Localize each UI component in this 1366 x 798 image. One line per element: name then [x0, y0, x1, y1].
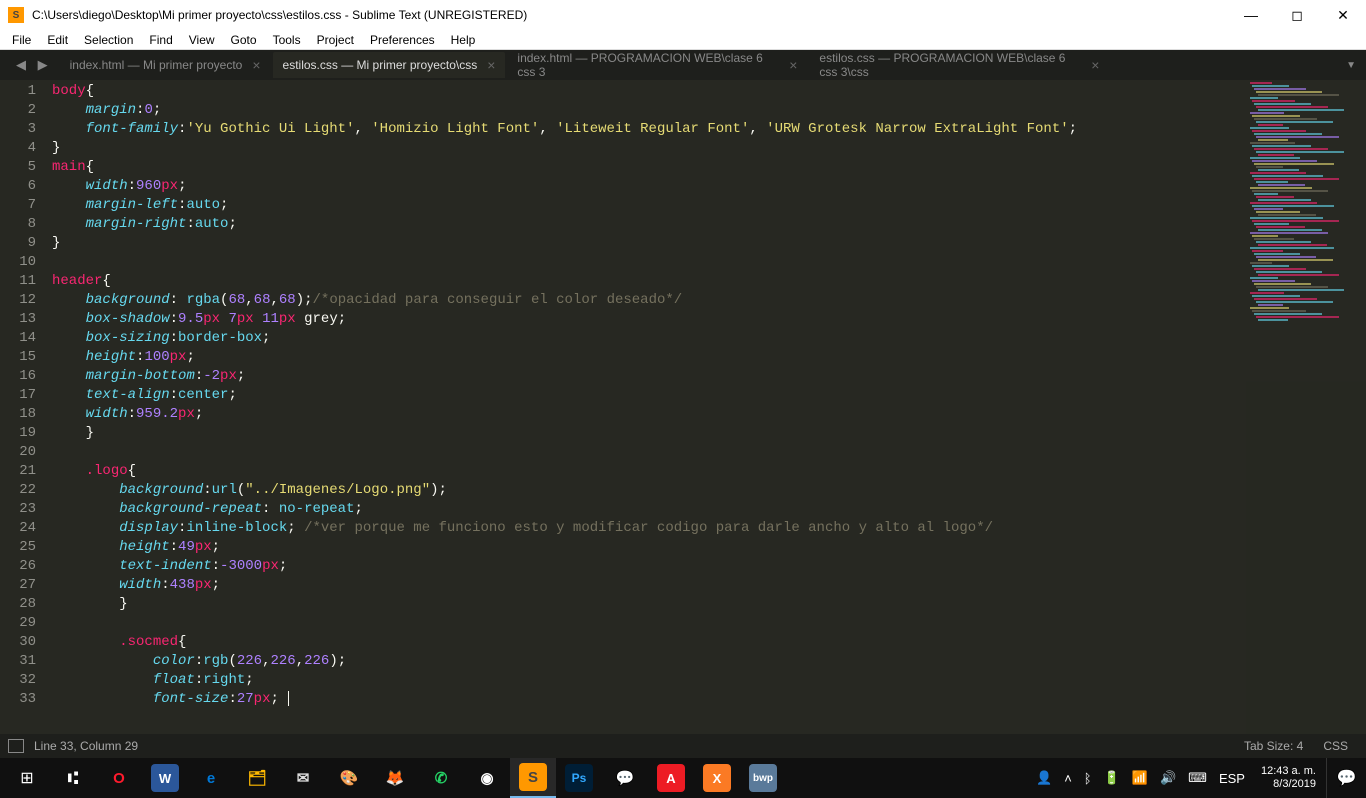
- tab-bar: ◀ ▶ index.html — Mi primer proyecto×esti…: [0, 50, 1366, 80]
- editor-tab[interactable]: estilos.css — Mi primer proyecto\css ×: [273, 52, 506, 78]
- taskbar-app-other[interactable]: bwp: [740, 758, 786, 798]
- taskbar-app-messenger[interactable]: 💬: [602, 758, 648, 798]
- tray-time: 12:43 a. m.: [1261, 765, 1316, 778]
- menu-view[interactable]: View: [181, 31, 223, 49]
- window-controls: — ◻ ✕: [1228, 0, 1366, 30]
- menu-tools[interactable]: Tools: [265, 31, 309, 49]
- app-icon: S: [8, 7, 24, 23]
- code-editor[interactable]: body{ margin:0; font-family:'Yu Gothic U…: [52, 80, 1366, 734]
- menu-preferences[interactable]: Preferences: [362, 31, 443, 49]
- window-titlebar: S C:\Users\diego\Desktop\Mi primer proye…: [0, 0, 1366, 30]
- taskbar-app-paint[interactable]: 🎨: [326, 758, 372, 798]
- editor-tab[interactable]: index.html — PROGRAMACION WEB\clase 6 cs…: [507, 52, 807, 78]
- tray-wifi-icon[interactable]: 📶: [1126, 770, 1154, 786]
- editor-area: 1234567891011121314151617181920212223242…: [0, 80, 1366, 734]
- task-view-button[interactable]: ⑆: [50, 758, 96, 798]
- tab-label: index.html — PROGRAMACION WEB\clase 6 cs…: [517, 51, 779, 79]
- menu-help[interactable]: Help: [443, 31, 484, 49]
- tab-nav-arrows[interactable]: ◀ ▶: [8, 57, 60, 73]
- status-tab-size[interactable]: Tab Size: 4: [1244, 739, 1303, 753]
- tray-bluetooth-icon[interactable]: ᛒ: [1078, 771, 1098, 786]
- tray-chevron-up-icon[interactable]: ˄: [1058, 771, 1078, 786]
- tab-close-icon[interactable]: ×: [1091, 57, 1099, 73]
- action-center-button[interactable]: 💬: [1326, 758, 1366, 798]
- menu-project[interactable]: Project: [309, 31, 362, 49]
- tab-close-icon[interactable]: ×: [252, 57, 260, 73]
- windows-taskbar: ⊞ ⑆ O W e 🗂 ✉ 🎨 🦊 ✆ ◉ S Ps 💬 A X bwp 👤 ˄…: [0, 758, 1366, 798]
- tray-volume-icon[interactable]: 🔊: [1154, 770, 1182, 786]
- tab-label: estilos.css — Mi primer proyecto\css: [283, 58, 478, 72]
- tab-close-icon[interactable]: ×: [487, 57, 495, 73]
- status-syntax[interactable]: CSS: [1323, 739, 1348, 753]
- editor-tab[interactable]: estilos.css — PROGRAMACION WEB\clase 6 c…: [809, 52, 1109, 78]
- taskbar-app-opera[interactable]: O: [96, 758, 142, 798]
- window-title: C:\Users\diego\Desktop\Mi primer proyect…: [32, 8, 1228, 22]
- tray-date: 8/3/2019: [1261, 778, 1316, 791]
- system-tray: 👤 ˄ ᛒ 🔋 📶 🔊 ⌨ ESP 12:43 a. m. 8/3/2019 💬: [1030, 758, 1366, 798]
- console-toggle-icon[interactable]: [8, 739, 24, 753]
- status-cursor-position[interactable]: Line 33, Column 29: [34, 739, 1244, 753]
- menu-selection[interactable]: Selection: [76, 31, 141, 49]
- status-bar: Line 33, Column 29 Tab Size: 4 CSS: [0, 734, 1366, 758]
- menu-goto[interactable]: Goto: [223, 31, 265, 49]
- taskbar-app-xampp[interactable]: X: [694, 758, 740, 798]
- taskbar-app-firefox[interactable]: 🦊: [372, 758, 418, 798]
- minimap[interactable]: [1246, 80, 1366, 734]
- menu-file[interactable]: File: [4, 31, 39, 49]
- taskbar-app-edge[interactable]: e: [188, 758, 234, 798]
- taskbar-app-sublime[interactable]: S: [510, 758, 556, 798]
- editor-tab[interactable]: index.html — Mi primer proyecto ×: [60, 52, 271, 78]
- minimize-button[interactable]: —: [1228, 0, 1274, 30]
- tab-label: index.html — Mi primer proyecto: [70, 58, 243, 72]
- line-number-gutter: 1234567891011121314151617181920212223242…: [0, 80, 52, 734]
- tab-overflow-icon[interactable]: ▼: [1346, 60, 1356, 71]
- taskbar-app-whatsapp[interactable]: ✆: [418, 758, 464, 798]
- tray-keyboard-icon[interactable]: ⌨: [1182, 770, 1213, 786]
- tray-people-icon[interactable]: 👤: [1030, 770, 1058, 786]
- tray-language[interactable]: ESP: [1213, 771, 1251, 786]
- maximize-button[interactable]: ◻: [1274, 0, 1320, 30]
- taskbar-app-explorer[interactable]: 🗂: [234, 758, 280, 798]
- menu-find[interactable]: Find: [141, 31, 180, 49]
- menu-bar: FileEditSelectionFindViewGotoToolsProjec…: [0, 30, 1366, 50]
- taskbar-app-chrome[interactable]: ◉: [464, 758, 510, 798]
- tab-label: estilos.css — PROGRAMACION WEB\clase 6 c…: [819, 51, 1081, 79]
- taskbar-app-word[interactable]: W: [142, 758, 188, 798]
- taskbar-app-photoshop[interactable]: Ps: [556, 758, 602, 798]
- tray-clock[interactable]: 12:43 a. m. 8/3/2019: [1251, 765, 1326, 791]
- menu-edit[interactable]: Edit: [39, 31, 76, 49]
- tray-battery-icon[interactable]: 🔋: [1098, 770, 1126, 786]
- taskbar-app-mail[interactable]: ✉: [280, 758, 326, 798]
- close-button[interactable]: ✕: [1320, 0, 1366, 30]
- taskbar-app-acrobat[interactable]: A: [648, 758, 694, 798]
- tab-close-icon[interactable]: ×: [789, 57, 797, 73]
- start-button[interactable]: ⊞: [4, 758, 50, 798]
